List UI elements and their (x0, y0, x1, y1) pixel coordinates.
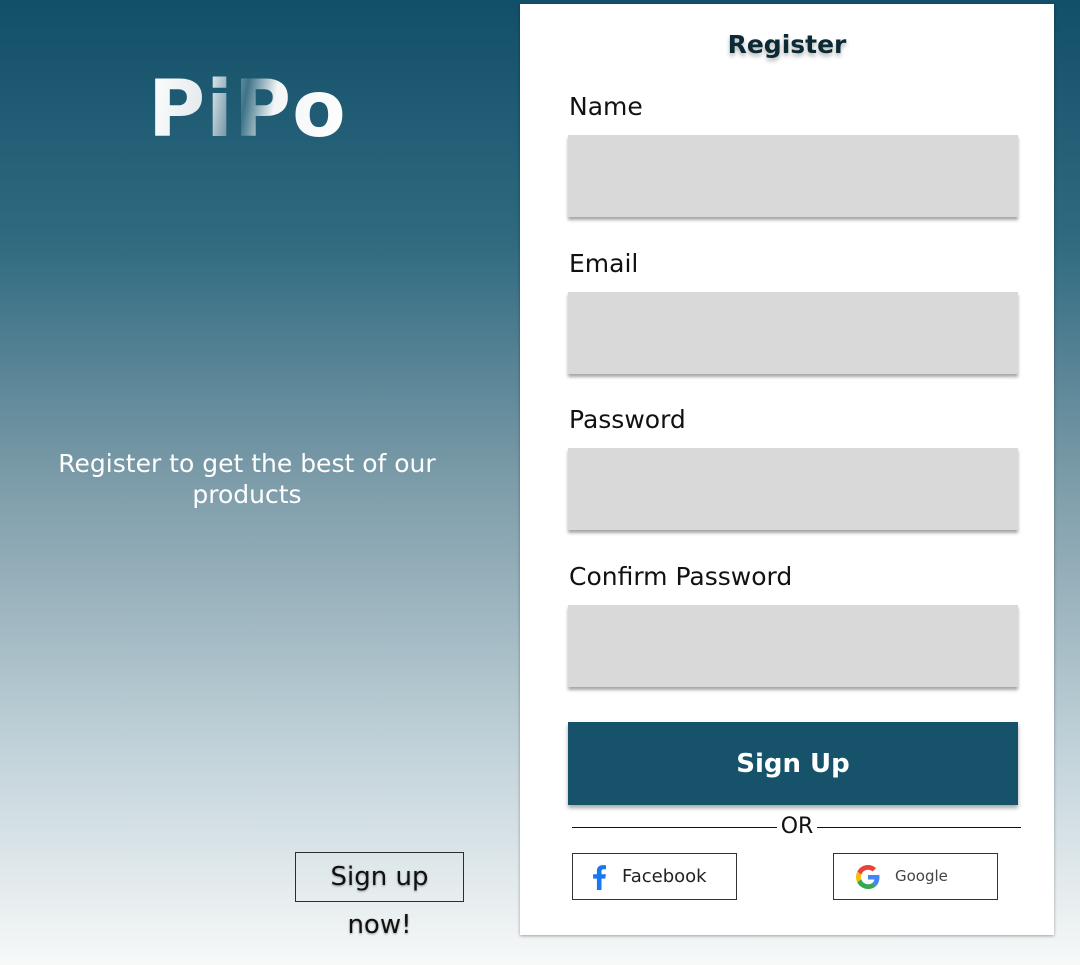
name-label: Name (569, 92, 643, 121)
google-login-button[interactable]: Google (833, 853, 998, 900)
divider-line-right (817, 827, 1021, 828)
email-label: Email (569, 249, 639, 278)
password-input[interactable] (568, 448, 1018, 530)
or-text: OR (780, 814, 814, 839)
facebook-label: Facebook (622, 866, 707, 887)
register-page: PiPo Register to get the best of our pro… (0, 0, 1080, 965)
confirm-password-input[interactable] (568, 605, 1018, 687)
sign-up-now-button[interactable]: Sign up now! (295, 852, 464, 940)
sign-up-button[interactable]: Sign Up (568, 722, 1018, 805)
form-title: Register (727, 30, 847, 59)
pipo-logo: PiPo (148, 65, 347, 155)
hero-tagline: Register to get the best of our products (58, 449, 436, 509)
confirm-password-label: Confirm Password (569, 562, 793, 591)
email-input[interactable] (568, 292, 1018, 374)
register-card: Register Name Email Password Confirm Pas… (520, 4, 1054, 935)
google-label: Google (895, 867, 948, 885)
or-divider: OR (572, 816, 1021, 838)
password-label: Password (569, 405, 686, 434)
name-input[interactable] (568, 135, 1018, 217)
divider-line-left (572, 827, 777, 828)
facebook-icon (593, 864, 606, 890)
google-icon (856, 864, 880, 889)
facebook-login-button[interactable]: Facebook (572, 853, 737, 900)
